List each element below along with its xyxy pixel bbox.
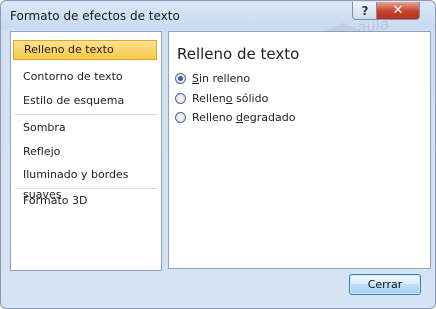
dialog-window: Formato de efectos de texto ? ✕ aula cli… (0, 0, 436, 309)
sidebar-item-sombra[interactable]: Sombra (13, 118, 157, 138)
cerrar-button[interactable]: Cerrar (349, 274, 421, 295)
sidebar-item-formato-3d[interactable]: Formato 3D (13, 191, 157, 211)
radio-sin-relleno[interactable]: Sin relleno (175, 70, 250, 86)
category-sidebar: Relleno de texto Contorno de texto Estil… (10, 31, 162, 271)
sidebar-item-contorno-de-texto[interactable]: Contorno de texto (13, 67, 157, 87)
sidebar-item-iluminado[interactable]: Iluminado y bordes suaves (13, 165, 157, 201)
sidebar-item-estilo-de-esquema[interactable]: Estilo de esquema (13, 91, 157, 111)
radio-button[interactable] (175, 111, 186, 123)
sidebar-item-relleno-de-texto[interactable]: Relleno de texto (13, 40, 157, 60)
radio-button[interactable] (175, 92, 186, 104)
radio-relleno-degradado[interactable]: Relleno degradado (175, 109, 295, 125)
options-panel: Relleno de texto Sin relleno Relleno sól… (168, 31, 431, 269)
radio-label: Relleno degradado (192, 110, 296, 124)
radio-relleno-solido[interactable]: Relleno sólido (175, 90, 268, 106)
sidebar-item-reflejo[interactable]: Reflejo (13, 142, 157, 162)
radio-label: Relleno sólido (192, 91, 269, 105)
sidebar-divider (15, 188, 157, 189)
radio-button-selected[interactable] (175, 72, 186, 84)
sidebar-divider (15, 114, 157, 115)
panel-title: Relleno de texto (177, 45, 300, 63)
dialog-title: Formato de efectos de texto (10, 9, 180, 23)
radio-label: Sin relleno (192, 71, 251, 85)
radio-dot (178, 75, 183, 81)
